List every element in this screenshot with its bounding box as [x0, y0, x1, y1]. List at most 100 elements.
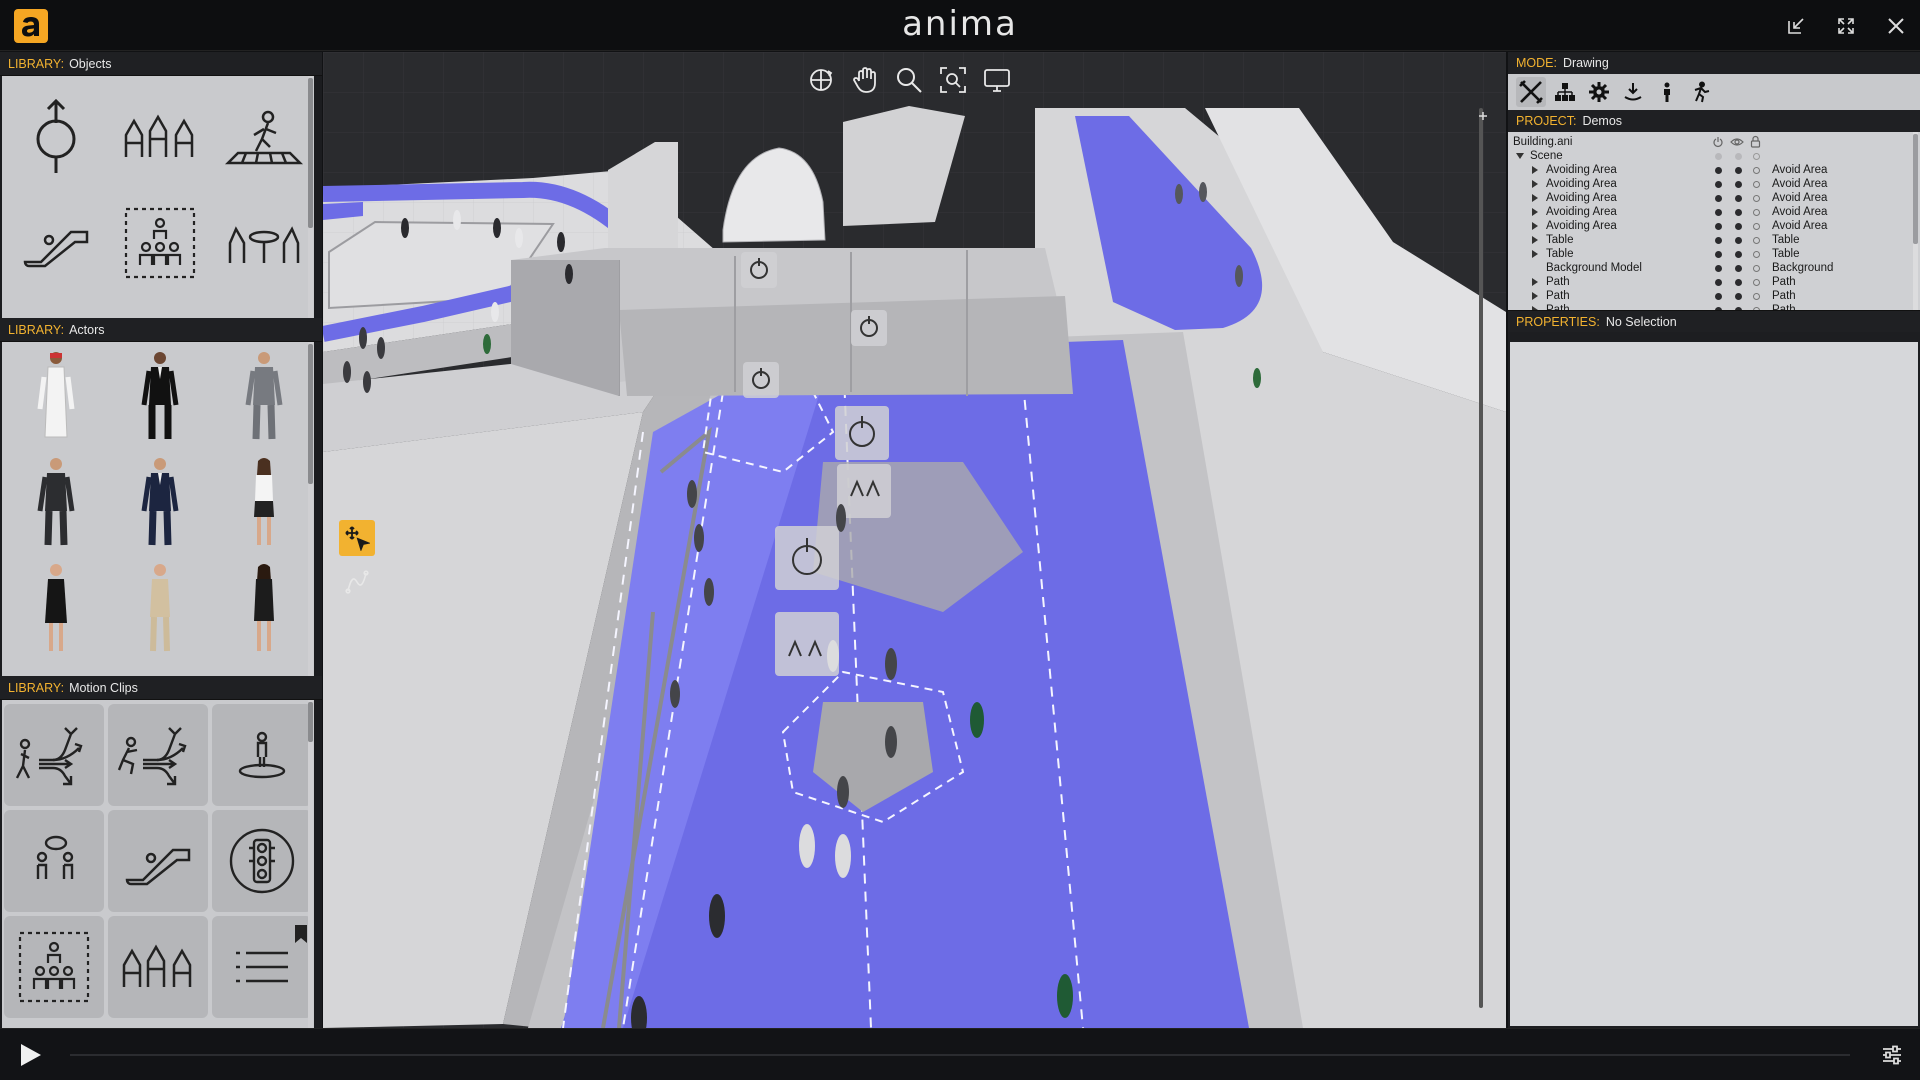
- scene-viewport[interactable]: [323, 52, 1506, 1028]
- visibility-dot[interactable]: [1735, 306, 1742, 310]
- tree-item-row[interactable]: Table Table: [1508, 233, 1912, 247]
- power-dot[interactable]: [1715, 194, 1722, 202]
- expand-arrow-icon[interactable]: [1532, 222, 1538, 230]
- orbit-tool[interactable]: [803, 62, 839, 98]
- expand-arrow-icon[interactable]: [1532, 180, 1538, 188]
- close-icon[interactable]: [1882, 12, 1910, 40]
- object-table-chairs[interactable]: [212, 190, 314, 296]
- expand-arrow-icon[interactable]: [1532, 250, 1538, 258]
- visibility-dot[interactable]: [1735, 166, 1742, 174]
- visibility-dot[interactable]: [1735, 250, 1742, 258]
- actor-thumbnail[interactable]: [212, 344, 314, 450]
- minimize-to-window-icon[interactable]: [1782, 12, 1810, 40]
- zoom-extents-tool[interactable]: [935, 62, 971, 98]
- timeline-track[interactable]: [70, 1054, 1850, 1056]
- lock-dot[interactable]: [1753, 208, 1760, 216]
- tree-item-row[interactable]: Avoiding Area Avoid Area: [1508, 163, 1912, 177]
- clip-chairs[interactable]: [108, 916, 208, 1018]
- clip-run-branches[interactable]: [108, 704, 208, 806]
- tree-item-row[interactable]: Path Path: [1508, 275, 1912, 289]
- actor-thumbnail[interactable]: [108, 556, 212, 662]
- tree-item-row[interactable]: Path Path: [1508, 289, 1912, 303]
- tree-item-row[interactable]: Avoiding Area Avoid Area: [1508, 191, 1912, 205]
- lock-dot[interactable]: [1753, 180, 1760, 188]
- fullscreen-icon[interactable]: [1832, 12, 1860, 40]
- lock-dot[interactable]: [1753, 222, 1760, 230]
- tree-item-row[interactable]: Avoiding Area Avoid Area: [1508, 205, 1912, 219]
- tree-file-row[interactable]: Building.ani: [1508, 135, 1912, 149]
- visibility-dot[interactable]: [1735, 292, 1742, 300]
- motion-mode-button[interactable]: [1686, 77, 1716, 107]
- tree-item-row[interactable]: Path Path: [1508, 303, 1912, 310]
- object-chairs[interactable]: [108, 84, 212, 190]
- camera-view-tool[interactable]: [979, 62, 1015, 98]
- clip-escalator[interactable]: [108, 810, 208, 912]
- expand-arrow-icon[interactable]: [1532, 292, 1538, 300]
- visibility-dot[interactable]: [1735, 180, 1742, 188]
- lock-dot[interactable]: [1753, 166, 1760, 174]
- clip-crowd-area[interactable]: [4, 916, 104, 1018]
- pan-tool[interactable]: [847, 62, 883, 98]
- tree-item-row[interactable]: Background Model Background: [1508, 261, 1912, 275]
- power-dot[interactable]: [1715, 222, 1722, 230]
- visibility-dot[interactable]: [1735, 208, 1742, 216]
- visibility-dot[interactable]: [1735, 264, 1742, 272]
- clip-traffic-light[interactable]: [212, 810, 312, 912]
- visibility-dot[interactable]: [1735, 278, 1742, 286]
- power-dot[interactable]: [1715, 278, 1722, 286]
- timeline-settings-button[interactable]: [1880, 1043, 1904, 1067]
- actor-thumbnail[interactable]: [108, 344, 212, 450]
- library-actors-scrollbar[interactable]: [308, 342, 313, 676]
- power-icon[interactable]: [1712, 136, 1724, 148]
- expand-arrow-icon[interactable]: [1532, 194, 1538, 202]
- actor-mode-button[interactable]: [1652, 77, 1682, 107]
- tree-item-row[interactable]: Table Table: [1508, 247, 1912, 261]
- expand-arrow-icon[interactable]: [1532, 208, 1538, 216]
- hierarchy-mode-button[interactable]: [1550, 77, 1580, 107]
- animation-mode-button[interactable]: [1618, 77, 1648, 107]
- actor-thumbnail[interactable]: [4, 556, 108, 662]
- tree-scrollbar[interactable]: [1913, 132, 1918, 310]
- lock-dot[interactable]: [1753, 278, 1760, 286]
- lock-dot[interactable]: [1753, 236, 1760, 244]
- lock-dot[interactable]: [1753, 194, 1760, 202]
- object-crosswalk[interactable]: [212, 84, 314, 190]
- visibility-dot[interactable]: [1735, 236, 1742, 244]
- clip-idle-spot[interactable]: [212, 704, 312, 806]
- power-dot[interactable]: [1715, 264, 1722, 272]
- actor-thumbnail[interactable]: [212, 450, 314, 556]
- object-entry-point[interactable]: [4, 84, 108, 190]
- draw-path-tool[interactable]: [339, 564, 375, 600]
- power-dot[interactable]: [1715, 306, 1722, 310]
- select-move-tool[interactable]: [339, 520, 375, 556]
- expand-arrow-icon[interactable]: [1532, 236, 1538, 244]
- power-dot[interactable]: [1715, 208, 1722, 216]
- power-dot[interactable]: [1715, 166, 1722, 174]
- expand-arrow-icon[interactable]: [1532, 306, 1538, 310]
- clip-conversation[interactable]: [4, 810, 104, 912]
- object-crowd-area[interactable]: [108, 190, 212, 296]
- visibility-dot[interactable]: [1735, 194, 1742, 202]
- tree-item-row[interactable]: Avoiding Area Avoid Area: [1508, 177, 1912, 191]
- lock-icon[interactable]: [1750, 135, 1761, 148]
- clip-walk-branches[interactable]: [4, 704, 104, 806]
- play-button[interactable]: [16, 1041, 44, 1069]
- power-dot[interactable]: [1715, 180, 1722, 188]
- zoom-tool[interactable]: [891, 62, 927, 98]
- tree-scene-row[interactable]: Scene: [1508, 149, 1912, 163]
- actor-thumbnail[interactable]: [108, 450, 212, 556]
- object-escalator[interactable]: [4, 190, 108, 296]
- lock-dot[interactable]: [1753, 306, 1760, 310]
- eye-icon[interactable]: [1730, 136, 1744, 148]
- visibility-dot[interactable]: [1735, 222, 1742, 230]
- actor-thumbnail[interactable]: [212, 556, 314, 662]
- tree-item-row[interactable]: Avoiding Area Avoid Area: [1508, 219, 1912, 233]
- lock-dot[interactable]: [1753, 292, 1760, 300]
- lock-dot[interactable]: [1753, 250, 1760, 258]
- actor-thumbnail[interactable]: [4, 450, 108, 556]
- power-dot[interactable]: [1715, 236, 1722, 244]
- settings-mode-button[interactable]: [1584, 77, 1614, 107]
- clip-playlist[interactable]: [212, 916, 312, 1018]
- power-dot[interactable]: [1715, 292, 1722, 300]
- library-motion-clips-scrollbar[interactable]: [308, 700, 313, 1028]
